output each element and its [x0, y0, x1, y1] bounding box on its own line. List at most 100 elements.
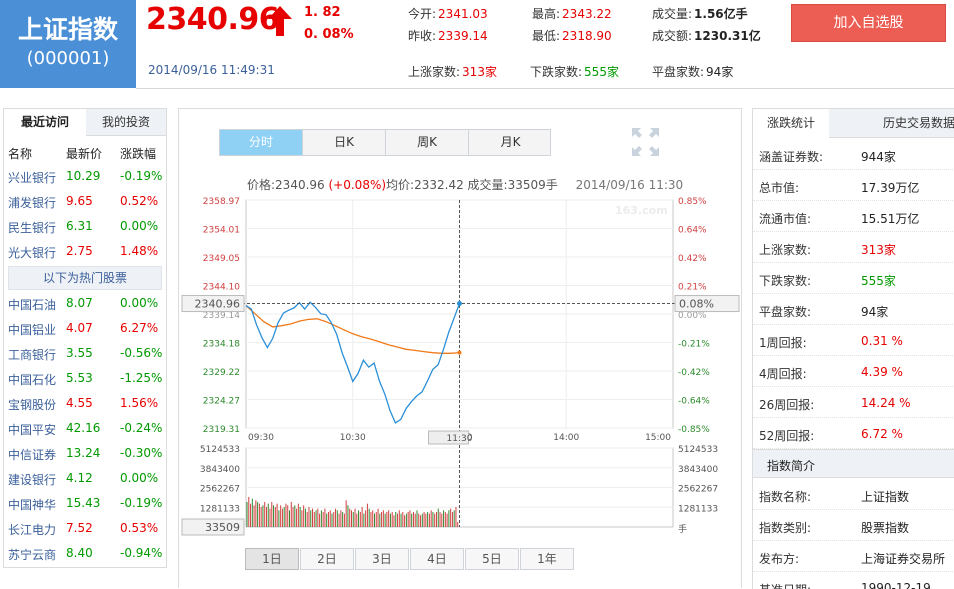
stock-row[interactable]: 苏宁云商 8.40 -0.94% [4, 541, 166, 566]
fullscreen-icon[interactable] [632, 128, 659, 156]
stock-name[interactable]: 光大银行 [8, 244, 56, 261]
tab-stats[interactable]: 涨跌统计 [753, 109, 829, 139]
range-1d[interactable]: 1日 [245, 548, 299, 570]
stock-name[interactable]: 浦发银行 [8, 194, 56, 211]
right-panel-tabs: 涨跌统计 历史交易数据 [753, 109, 954, 139]
up-count-stat: 上涨家数: 313家 [408, 63, 497, 80]
range-4d[interactable]: 4日 [410, 548, 464, 570]
stock-name[interactable]: 中信证券 [8, 446, 56, 463]
stock-row[interactable]: 长江电力 7.52 0.53% [4, 516, 166, 541]
up-count-value: 313家 [462, 65, 497, 79]
stock-row[interactable]: 中国平安 42.16 -0.24% [4, 416, 166, 441]
stock-row[interactable]: 中国石化 5.53 -1.25% [4, 366, 166, 391]
intro-label: 指数类别: [759, 521, 812, 535]
intro-value: 1990-12-19 [861, 581, 931, 589]
stock-price: 15.43 [66, 496, 101, 510]
stock-name[interactable]: 建设银行 [8, 471, 56, 488]
stat-label: 涵盖证券数: [759, 150, 824, 164]
stat-label: 总市值: [759, 181, 800, 195]
info-vol-label: 成交量: [467, 178, 508, 192]
tab-weekly-k[interactable]: 周K [386, 130, 469, 155]
range-5d[interactable]: 5日 [465, 548, 519, 570]
stock-name[interactable]: 中国石化 [8, 371, 56, 388]
stock-change: -0.19% [120, 169, 163, 183]
quote-header: 上证指数 (000001) 2340.96 1. 82 0. 08% 2014/… [0, 0, 954, 89]
stock-row[interactable]: 光大银行 2.75 1.48% [4, 239, 166, 264]
range-1y[interactable]: 1年 [520, 548, 574, 570]
index-badge: 上证指数 (000001) [0, 0, 136, 88]
add-to-watchlist-button[interactable]: 加入自选股 [791, 4, 946, 42]
stock-name[interactable]: 中国平安 [8, 421, 56, 438]
hot-stocks-label: 以下为热门股票 [8, 266, 162, 290]
intro-row: 发布方: 上海证券交易所 [753, 541, 954, 572]
low-stat: 最低: 2318.90 [532, 27, 612, 44]
stock-name[interactable]: 兴业银行 [8, 169, 56, 186]
stock-change: -0.19% [120, 496, 163, 510]
stock-row[interactable]: 工商银行 3.55 -0.56% [4, 341, 166, 366]
intro-value: 上证指数 [861, 490, 910, 504]
tab-intraday[interactable]: 分时 [220, 130, 303, 155]
amount-value: 1230.31亿 [694, 29, 761, 43]
stock-row[interactable]: 中国石油 8.07 0.00% [4, 291, 166, 316]
stock-change: 6.27% [120, 321, 159, 335]
stock-row[interactable]: 中国铝业 4.07 6.27% [4, 316, 166, 341]
tab-daily-k[interactable]: 日K [303, 130, 386, 155]
chart-info-bar: 价格:2340.96 (+0.08%)均价:2332.42 成交量:33509手… [247, 176, 683, 193]
stat-row: 涵盖证券数: 944家 [753, 139, 954, 170]
volume-stat: 成交量: 1.56亿手 [652, 5, 748, 22]
stock-name[interactable]: 宝钢股份 [8, 396, 56, 413]
low-value: 2318.90 [562, 29, 612, 43]
info-time: 2014/09/16 11:30 [575, 178, 684, 192]
stock-change: 0.52% [120, 194, 159, 208]
down-count-value: 555家 [584, 65, 619, 79]
info-price: 2340.96 [275, 178, 325, 192]
stock-price: 10.29 [66, 169, 101, 183]
stock-row[interactable]: 中国神华 15.43 -0.19% [4, 491, 166, 516]
intro-value: 上海证券交易所 [861, 552, 946, 566]
stock-price: 7.52 [66, 521, 93, 535]
intro-label: 发布方: [759, 552, 800, 566]
stat-label: 流通市值: [759, 212, 812, 226]
stock-change: 1.56% [120, 396, 159, 410]
tab-recent[interactable]: 最近访问 [4, 109, 86, 137]
stock-name[interactable]: 工商银行 [8, 346, 56, 363]
quote-timestamp: 2014/09/16 11:49:31 [148, 63, 275, 77]
stock-name[interactable]: 中国石油 [8, 296, 56, 313]
stat-value: 14.24 % [861, 396, 911, 410]
open-value: 2341.03 [438, 7, 488, 21]
stock-row[interactable]: 中信证券 13.24 -0.30% [4, 441, 166, 466]
down-count-stat: 下跌家数: 555家 [530, 63, 619, 80]
stock-row[interactable]: 兴业银行 10.29 -0.19% [4, 164, 166, 189]
chart-period-tabs: 分时 日K 周K 月K [219, 129, 551, 156]
stock-price: 4.12 [66, 471, 93, 485]
range-2d[interactable]: 2日 [300, 548, 354, 570]
stock-row[interactable]: 宝钢股份 4.55 1.56% [4, 391, 166, 416]
stock-price: 2.75 [66, 244, 93, 258]
stat-label: 26周回报: [759, 398, 815, 412]
stat-label: 1周回报: [759, 336, 807, 350]
tab-my-investment[interactable]: 我的投资 [86, 109, 166, 136]
header-divider [136, 88, 954, 89]
range-3d[interactable]: 3日 [355, 548, 409, 570]
tab-history[interactable]: 历史交易数据 [883, 109, 954, 138]
stock-name[interactable]: 长江电力 [8, 521, 56, 538]
stock-row[interactable]: 建设银行 4.12 0.00% [4, 466, 166, 491]
flat-count-stat: 平盘家数: 94家 [652, 63, 733, 80]
stat-value: 944家 [861, 150, 896, 164]
stock-price: 9.65 [66, 194, 93, 208]
stock-change: 0.00% [120, 219, 159, 233]
stock-change: -0.24% [120, 421, 163, 435]
stock-price: 5.53 [66, 371, 93, 385]
stat-row: 下跌家数: 555家 [753, 263, 954, 294]
info-avg: 2332.42 [414, 178, 464, 192]
tab-monthly-k[interactable]: 月K [469, 130, 552, 155]
stock-row[interactable]: 浦发银行 9.65 0.52% [4, 189, 166, 214]
open-label: 今开: [408, 7, 437, 21]
stock-name[interactable]: 民生银行 [8, 219, 56, 236]
flat-count-value: 94家 [706, 65, 734, 79]
open-stat: 今开: 2341.03 [408, 5, 488, 22]
stock-name[interactable]: 中国神华 [8, 496, 56, 513]
stock-name[interactable]: 苏宁云商 [8, 546, 56, 563]
stock-name[interactable]: 中国铝业 [8, 321, 56, 338]
stock-row[interactable]: 民生银行 6.31 0.00% [4, 214, 166, 239]
